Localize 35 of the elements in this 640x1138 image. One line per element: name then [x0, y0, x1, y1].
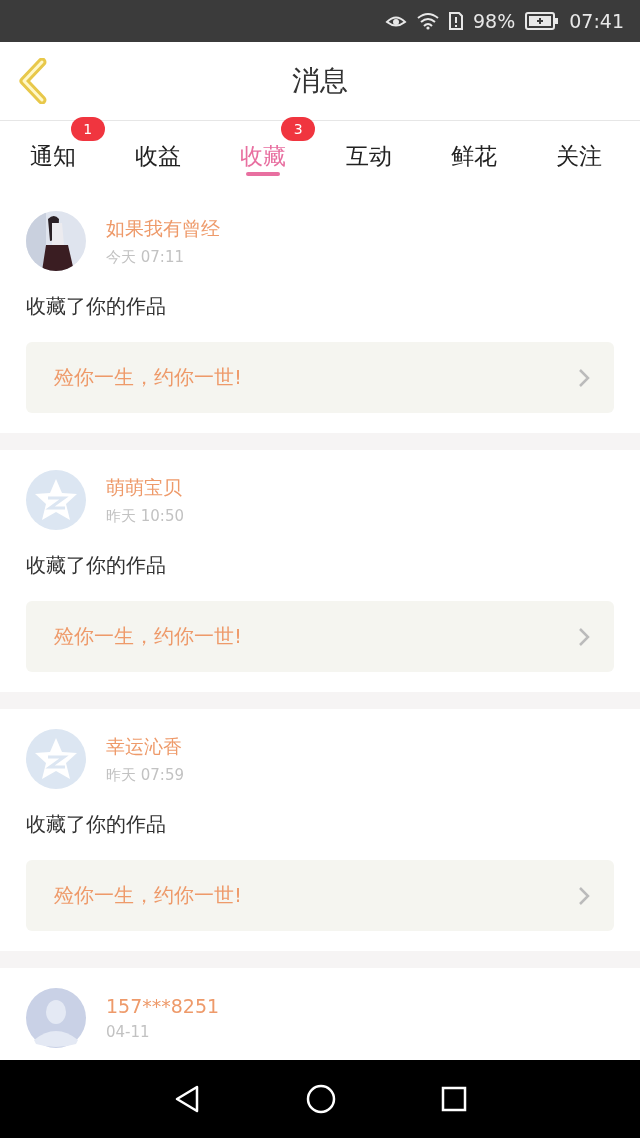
clock: 07:41 [569, 10, 624, 32]
tab[interactable]: 关注 [526, 121, 632, 191]
battery-charging-icon [525, 12, 560, 30]
message-time: 昨天 10:50 [106, 506, 184, 526]
user-name[interactable]: 157***8251 [106, 995, 220, 1017]
message-time: 今天 07:11 [106, 247, 185, 267]
message-text: 收藏了你的作品 [26, 811, 167, 838]
message-time: 04-11 [106, 1023, 151, 1041]
count-badge: 1 [70, 117, 105, 141]
sim-alert-icon [449, 12, 463, 30]
work-link[interactable]: 殓你一生，约你一世! [26, 601, 614, 672]
work-link[interactable]: 殓你一生，约你一世! [26, 342, 614, 413]
recents-square-icon[interactable] [441, 1086, 468, 1112]
user-name[interactable]: 如果我有曾经 [106, 215, 220, 242]
chevron-right-icon [578, 885, 590, 906]
message-time: 昨天 07:59 [106, 765, 184, 785]
tab[interactable]: 鲜花 [421, 121, 527, 191]
home-circle-icon[interactable] [306, 1084, 336, 1114]
page-title: 消息 [292, 63, 348, 99]
user-name[interactable]: 萌萌宝贝 [106, 474, 184, 501]
count-badge: 3 [281, 117, 316, 141]
user-name[interactable]: 幸运沁香 [106, 733, 184, 760]
message-text: 收藏了你的作品 [26, 293, 167, 320]
work-link[interactable]: 殓你一生，约你一世! [26, 860, 614, 931]
message-text: 收藏了你的作品 [26, 552, 167, 579]
star-avatar-icon [26, 729, 86, 789]
chevron-right-icon [578, 626, 590, 647]
star-avatar-icon [26, 470, 86, 530]
tab-underline [246, 172, 281, 176]
chevron-right-icon [578, 367, 590, 388]
person-avatar-icon [26, 988, 86, 1048]
battery-percent: 98% [473, 10, 516, 32]
wifi-icon [417, 12, 439, 30]
tab[interactable]: 收益 [105, 121, 211, 191]
tab[interactable]: 互动 [316, 121, 422, 191]
